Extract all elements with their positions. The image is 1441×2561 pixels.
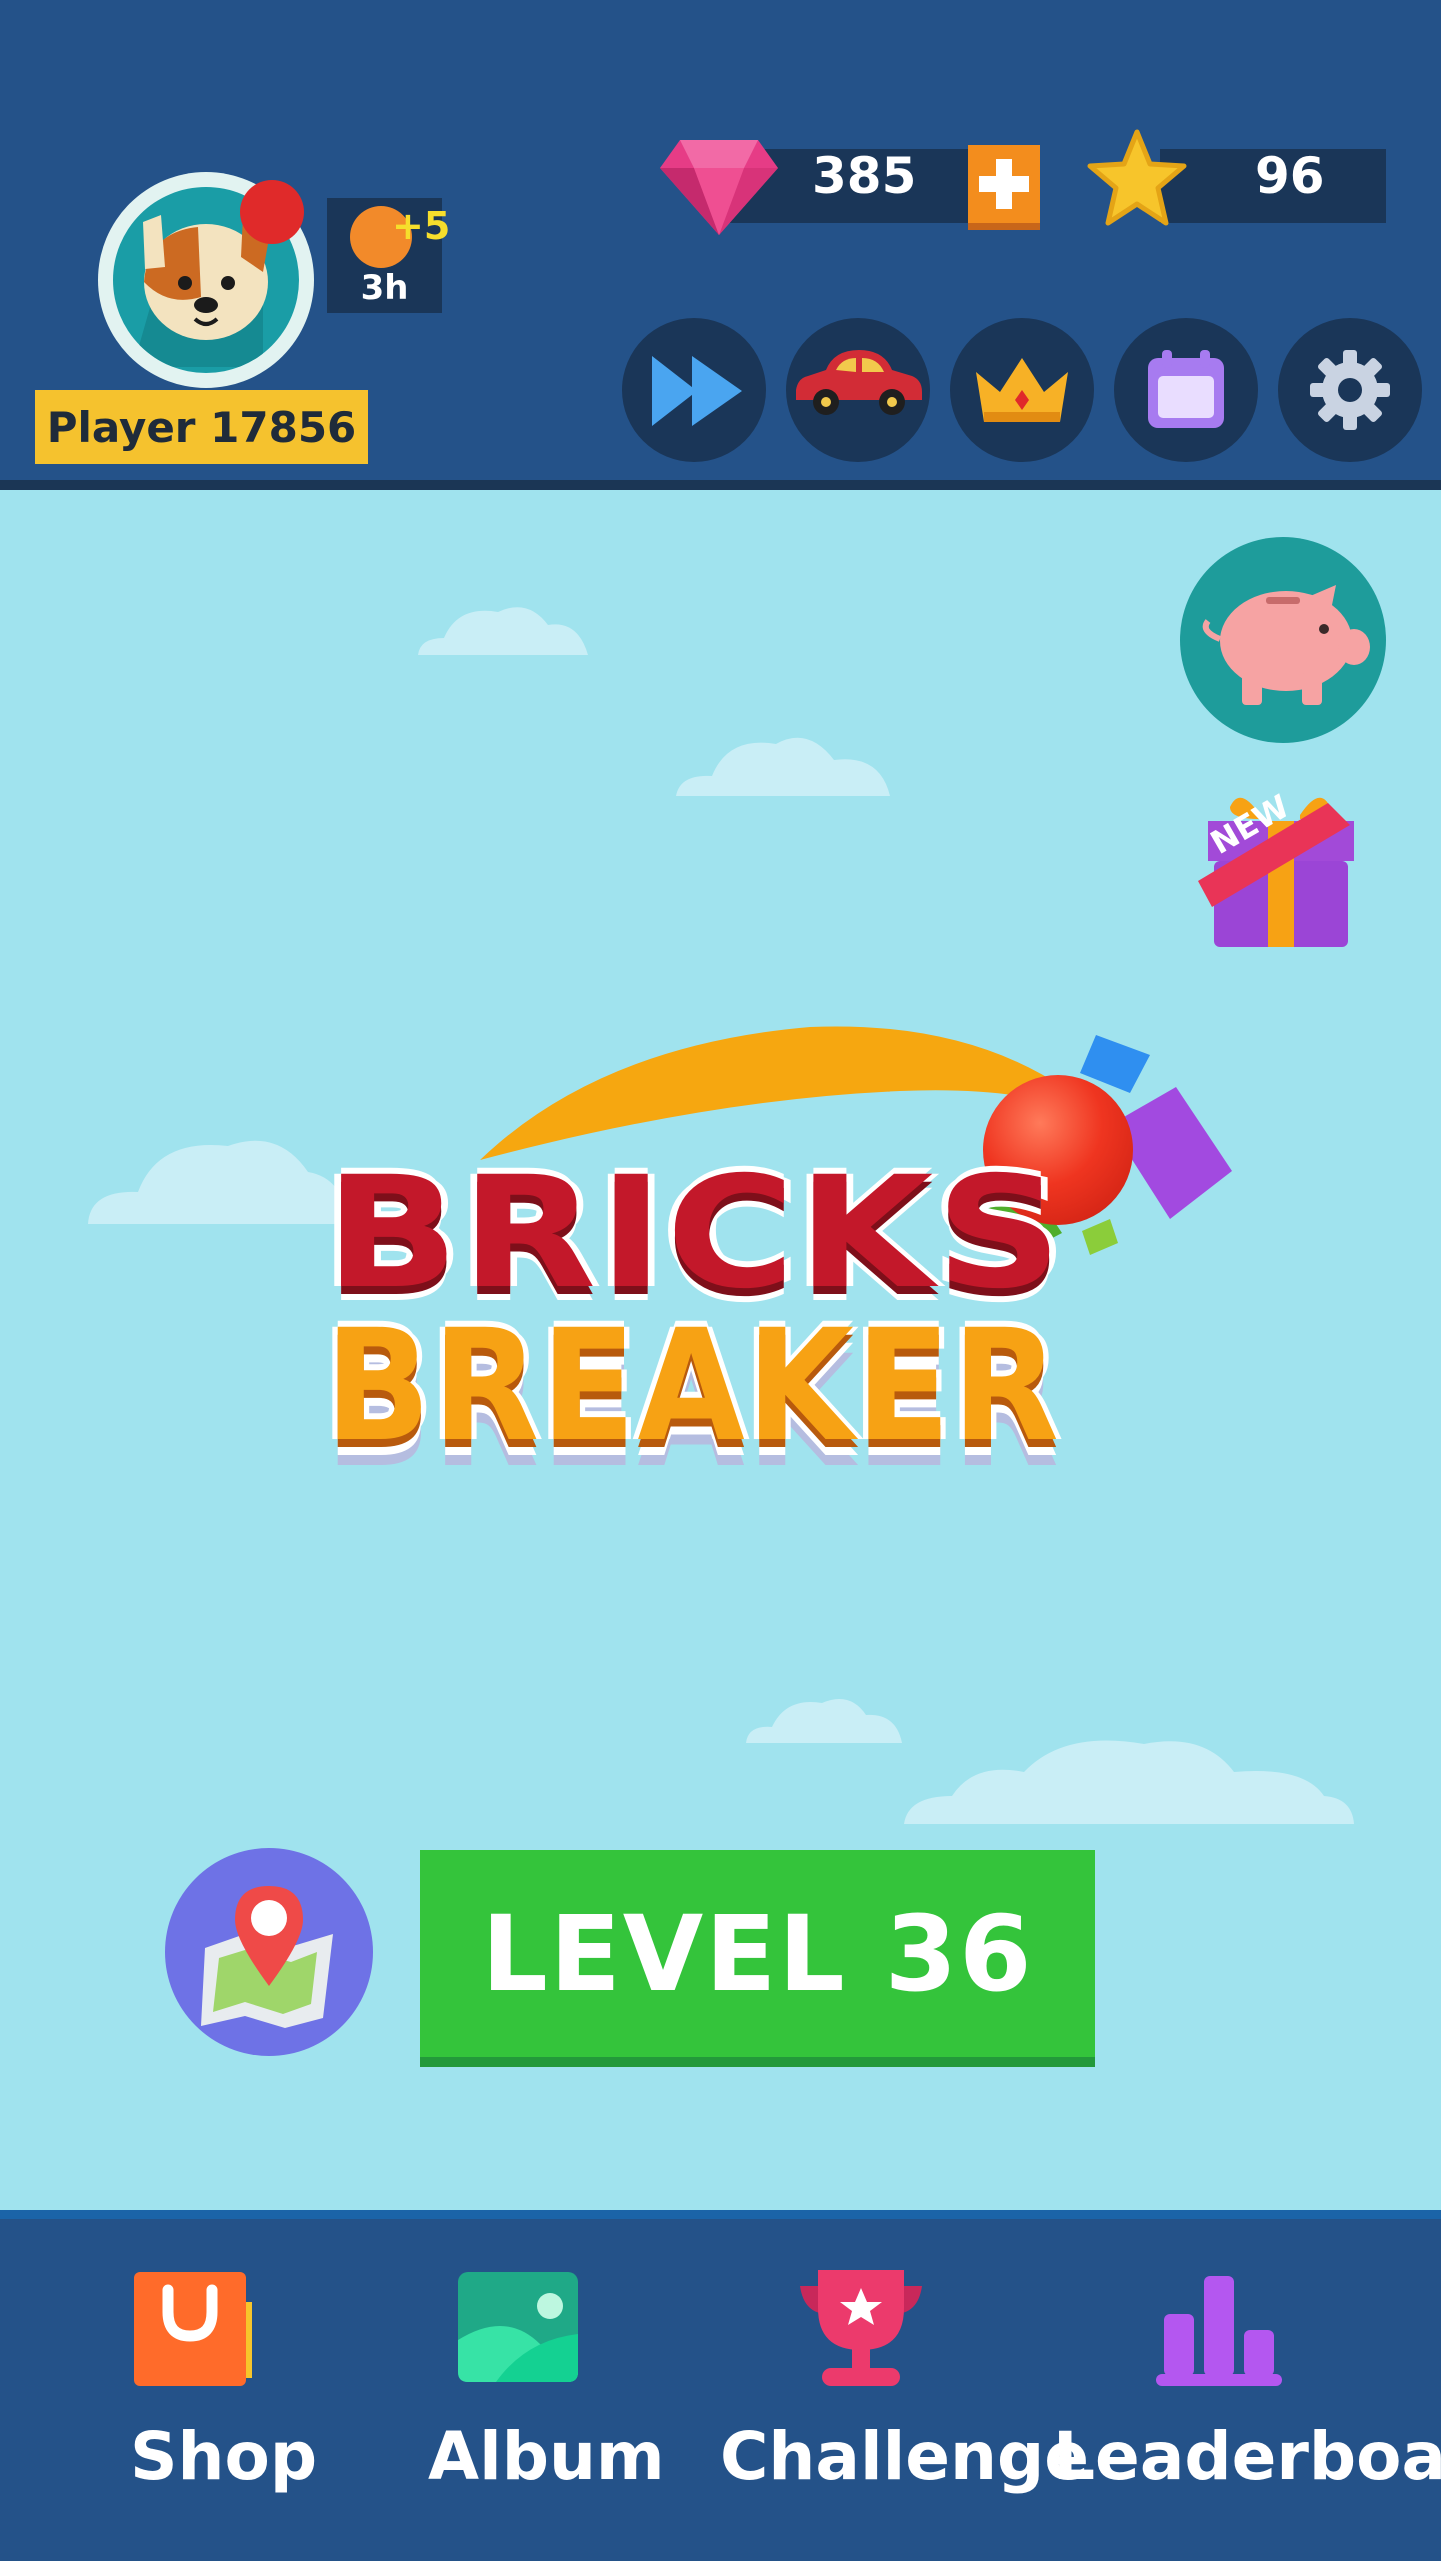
- energy-timer: 3h: [360, 268, 409, 308]
- gem-count: 385: [812, 147, 917, 205]
- shopping-bag-icon: [132, 2268, 272, 2392]
- add-gems-button[interactable]: [968, 145, 1040, 230]
- nav-item-challenge[interactable]: [760, 2240, 960, 2540]
- piggy-bank-button[interactable]: [1180, 537, 1386, 743]
- nav-label-album[interactable]: Album: [428, 2418, 665, 2495]
- map-pin-icon: [199, 1878, 339, 2032]
- cloud: [676, 730, 890, 800]
- nav-label-leaderboard[interactable]: Leaderboard: [1053, 2418, 1441, 2495]
- car-icon: [794, 348, 924, 432]
- top-bar-divider: [0, 480, 1441, 490]
- crown-icon: [972, 356, 1072, 430]
- piggy-bank-icon: [1196, 577, 1372, 711]
- cloud: [88, 1128, 348, 1228]
- cloud: [746, 1693, 902, 1747]
- calendar-icon: [1144, 348, 1228, 436]
- fast-forward-button[interactable]: [622, 318, 766, 462]
- cloud: [904, 1732, 1354, 1828]
- leaderboard-icon: [1154, 2270, 1284, 2394]
- nav-item-album[interactable]: [420, 2240, 620, 2540]
- gear-icon: [1308, 348, 1392, 436]
- game-screen: +5 3h Player 17856 385 96 NEW BRICKS BRE…: [0, 0, 1441, 2561]
- fast-forward-icon: [652, 356, 742, 430]
- gem-icon: [660, 140, 778, 239]
- album-icon: [456, 2270, 580, 2388]
- star-count: 96: [1255, 147, 1325, 205]
- notification-dot: [240, 180, 304, 244]
- nav-item-shop[interactable]: [100, 2240, 300, 2540]
- calendar-button[interactable]: [1114, 318, 1258, 462]
- settings-button[interactable]: [1278, 318, 1422, 462]
- logo-title-line1: BRICKS: [325, 1144, 1065, 1323]
- car-button[interactable]: [786, 318, 930, 462]
- nav-label-challenge[interactable]: Challenge: [720, 2418, 1089, 2495]
- plus-icon: [968, 145, 1040, 223]
- logo-title-line2: BREAKER: [325, 1297, 1061, 1476]
- energy-bonus: +5: [392, 204, 451, 248]
- star-icon: [1086, 128, 1188, 234]
- map-button[interactable]: [165, 1848, 373, 2056]
- trophy-icon: [794, 2264, 928, 2394]
- nav-item-leaderboard[interactable]: [1120, 2240, 1320, 2540]
- cloud: [418, 600, 588, 659]
- crown-button[interactable]: [950, 318, 1094, 462]
- player-name[interactable]: Player 17856: [35, 390, 368, 464]
- gift-button[interactable]: NEW: [1190, 785, 1370, 955]
- play-level-button[interactable]: LEVEL 36: [420, 1850, 1095, 2067]
- nav-label-shop[interactable]: Shop: [130, 2418, 317, 2495]
